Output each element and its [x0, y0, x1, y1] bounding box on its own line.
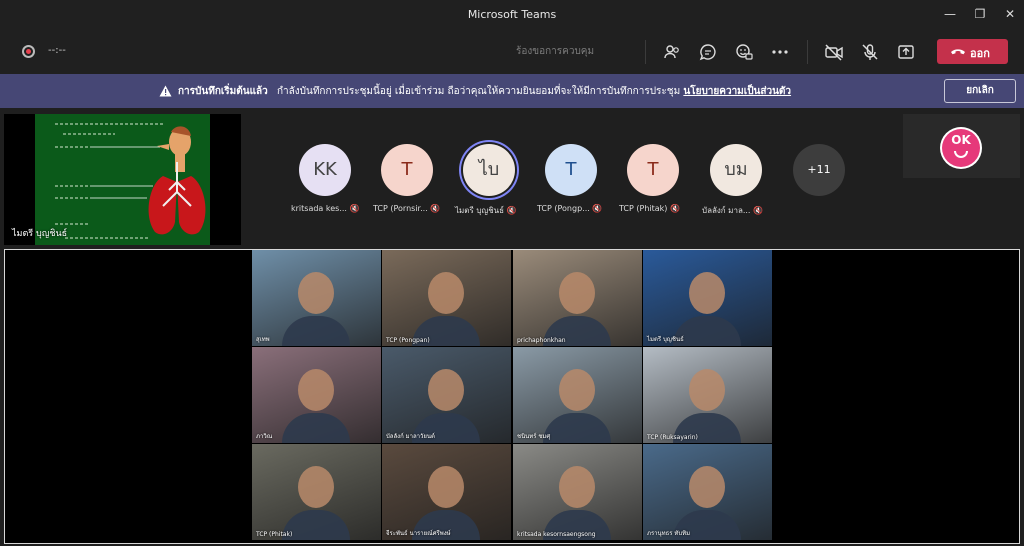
participant-avatar[interactable]: T — [627, 144, 679, 196]
person-silhouette — [559, 369, 595, 411]
privacy-policy-link[interactable]: นโยบายความเป็นส่วนตัว — [683, 86, 791, 97]
person-shoulders — [543, 413, 611, 443]
participant-video-tile[interactable]: TCP (Pongpan) — [382, 250, 511, 346]
ok-badge-icon: OK — [940, 127, 982, 169]
recording-icon — [22, 45, 35, 58]
video-tile-name: ภาวิณ — [256, 433, 273, 440]
participant-avatar[interactable]: +11 — [793, 144, 845, 196]
cancel-recording-button[interactable]: ยกเลิก — [944, 79, 1016, 103]
video-tile-name: จีระพันธ์ นารายณ์ศรีพงษ์ — [386, 530, 451, 537]
share-tray-icon[interactable] — [896, 42, 916, 62]
participant-video-tile[interactable]: จีระพันธ์ นารายณ์ศรีพงษ์ — [382, 444, 511, 540]
phone-icon — [951, 49, 965, 55]
participant-video-tile[interactable]: TCP (Phitak) — [252, 444, 381, 540]
meeting-toolbar: --:-- ร้องขอการควบคุม ออก — [0, 30, 1024, 74]
participant-video-tile[interactable]: ไมตรี บุญชินธ์ — [643, 250, 772, 346]
participant-avatar[interactable]: ไบ — [463, 144, 515, 196]
video-tile-name: TCP (Ruksayarin) — [647, 434, 698, 441]
ok-reaction-tile: OK — [903, 114, 1020, 178]
person-silhouette — [298, 466, 334, 508]
more-icon[interactable] — [770, 42, 790, 62]
person-silhouette — [689, 466, 725, 508]
video-tile-name: สุเทพ — [256, 336, 270, 343]
toolbar-divider — [645, 40, 646, 64]
close-icon[interactable]: ✕ — [1002, 6, 1018, 22]
meeting-stage: ไมตรี บุญชินธ์ KK kritsada kes... 🔇 T TCP (… — [0, 108, 1024, 546]
person-silhouette — [298, 272, 334, 314]
window-title: Microsoft Teams — [467, 8, 557, 21]
participant-video-tile[interactable]: TCP (Ruksayarin) — [643, 347, 772, 443]
camera-off-icon[interactable] — [824, 42, 844, 62]
person-silhouette — [298, 369, 334, 411]
mic-off-icon[interactable] — [860, 42, 880, 62]
leave-button[interactable]: ออก — [937, 39, 1008, 64]
participant-name: TCP (Pongp... 🔇 — [537, 204, 603, 213]
participant-video-tile[interactable]: ชนินทร์ ชมศุ — [513, 347, 642, 443]
banner-text: การบันทึกเริ่มต้นแล้ว กำลังบันทึกการประช… — [178, 84, 791, 99]
screen-share-tile[interactable]: ไมตรี บุญชินธ์ — [4, 114, 241, 245]
participant-name: TCP (Phitak) 🔇 — [619, 204, 680, 213]
person-silhouette — [559, 466, 595, 508]
banner-title: การบันทึกเริ่มต้นแล้ว — [178, 86, 268, 97]
participant-video-tile[interactable]: ภาวิณ — [252, 347, 381, 443]
reactions-icon[interactable] — [734, 42, 754, 62]
participant-video-tile[interactable]: prichaphonkhan — [513, 250, 642, 346]
minimize-icon[interactable]: — — [942, 6, 958, 22]
title-bar: Microsoft Teams — ❐ ✕ — [0, 0, 1024, 30]
presenter-name: ไมตรี บุญชินธ์ — [12, 229, 68, 239]
participant-video-tile[interactable]: บัลลังก์ มาลาวัยนต์ — [382, 347, 511, 443]
restore-icon[interactable]: ❐ — [972, 6, 988, 22]
participant-avatar[interactable]: T — [381, 144, 433, 196]
participant-name: kritsada kes... 🔇 — [291, 204, 360, 213]
person-silhouette — [689, 369, 725, 411]
participant-name: TCP (Pornsir... 🔇 — [373, 204, 441, 213]
banner-message: กำลังบันทึกการประชุมนี้อยู่ เมื่อเข้าร่ว… — [276, 86, 681, 97]
person-silhouette — [559, 272, 595, 314]
toolbar-divider — [807, 40, 808, 64]
ok-badge-text: OK — [951, 133, 971, 147]
person-silhouette — [428, 466, 464, 508]
video-gallery: สุเทพ TCP (Pongpan) prichaphonkhan ไมตรี บุ… — [4, 249, 1020, 544]
video-tile-name: prichaphonkhan — [517, 337, 566, 344]
participant-video-tile[interactable]: ภรานุทธร ทับทิม — [643, 444, 772, 540]
participant-avatar[interactable]: บม — [710, 144, 762, 196]
participant-video-tile[interactable]: สุเทพ — [252, 250, 381, 346]
warning-icon — [159, 85, 172, 97]
person-shoulders — [282, 316, 350, 346]
person-silhouette — [428, 272, 464, 314]
participant-name: ไมตรี บุญชินธ์ 🔇 — [455, 206, 517, 215]
person-silhouette — [689, 272, 725, 314]
people-icon[interactable] — [662, 42, 682, 62]
meeting-timer: --:-- — [48, 45, 66, 56]
smile-mouth — [954, 150, 968, 158]
video-tile-name: ไมตรี บุญชินธ์ — [647, 336, 684, 343]
participant-avatar[interactable]: T — [545, 144, 597, 196]
video-tile-name: TCP (Pongpan) — [386, 337, 430, 344]
participant-name: บัลลังก์ มาล... 🔇 — [702, 206, 763, 215]
person-silhouette — [428, 369, 464, 411]
video-tile-name: kritsada kesornsaengsong — [517, 531, 596, 538]
recording-banner: การบันทึกเริ่มต้นแล้ว กำลังบันทึกการประช… — [0, 74, 1024, 108]
chat-icon[interactable] — [698, 42, 718, 62]
video-tile-name: ภรานุทธร ทับทิม — [647, 530, 691, 537]
video-tile-name: บัลลังก์ มาลาวัยนต์ — [386, 433, 435, 440]
person-shoulders — [282, 413, 350, 443]
request-control-button[interactable]: ร้องขอการควบคุม — [516, 44, 594, 59]
participant-avatar[interactable]: KK — [299, 144, 351, 196]
leave-label: ออก — [970, 47, 990, 60]
video-tile-name: TCP (Phitak) — [256, 531, 293, 538]
video-tile-name: ชนินทร์ ชมศุ — [517, 433, 551, 440]
participant-video-tile[interactable]: kritsada kesornsaengsong — [513, 444, 642, 540]
